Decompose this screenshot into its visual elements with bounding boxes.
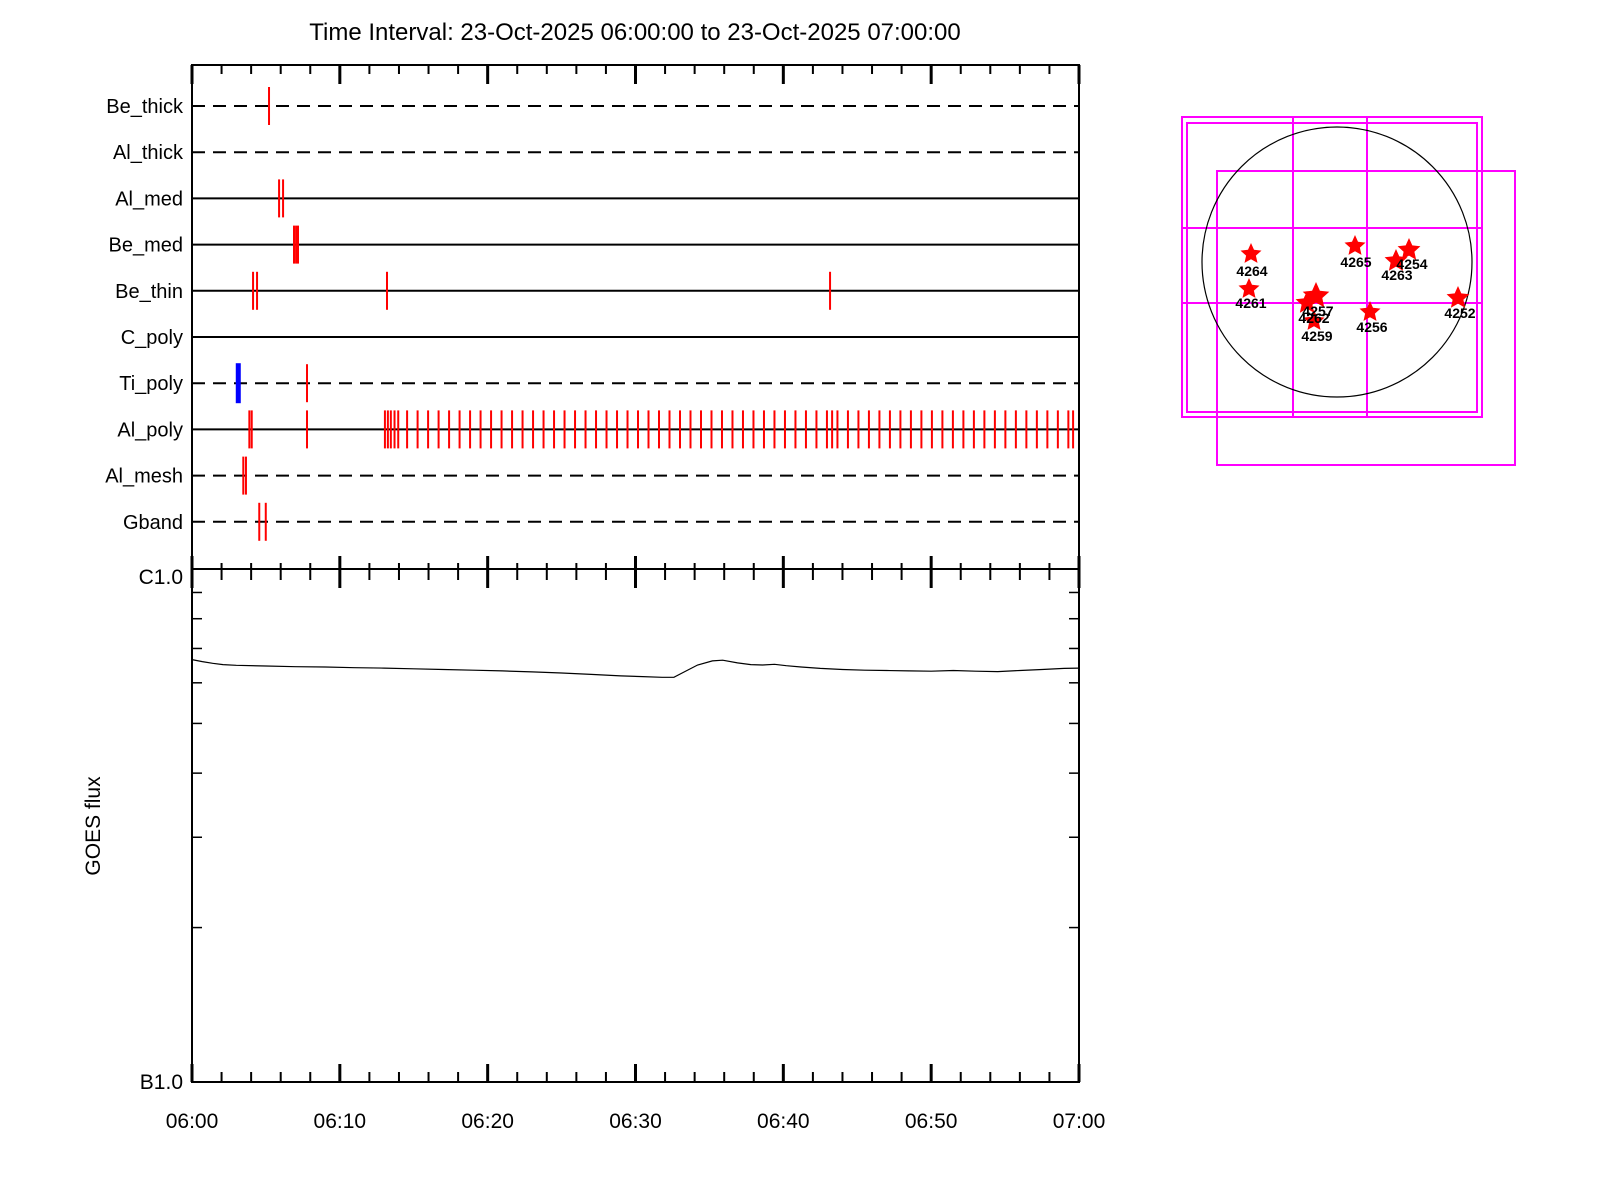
filter-row-label: Al_poly [117, 419, 183, 441]
filter-row-label: Ti_poly [119, 373, 183, 395]
timeline-frame [191, 64, 1080, 570]
x-tick-label: 06:30 [609, 1110, 662, 1133]
active-region-star [1240, 243, 1262, 263]
goes-y-max-label: C1.0 [139, 566, 183, 589]
goes-flux-panel: 06:00 06:10 06:20 06:30 06:40 06:50 07:00 [166, 568, 1106, 1133]
filter-timeline-panel: Be_thick Al_thick Al_med Be_med Be_thin C_pol… [105, 64, 1081, 588]
filter-row-label: Al_thick [113, 142, 184, 164]
active-region-label: 4259 [1301, 328, 1332, 344]
active-region-label: 4261 [1235, 295, 1266, 311]
x-tick-label: 06:20 [461, 1110, 514, 1133]
figure-title: Time Interval: 23-Oct-2025 06:00:00 to 2… [309, 19, 961, 46]
filter-row-label: Gband [123, 512, 183, 534]
active-region-label: 4262 [1298, 310, 1329, 326]
goes-flux-curve [191, 659, 1080, 678]
active-region-label: 4265 [1340, 254, 1371, 270]
solar-limb-circle [1201, 126, 1473, 398]
goes-y-min-label: B1.0 [140, 1071, 183, 1094]
filter-row-label: Be_med [109, 235, 184, 257]
active-region-label: 4252 [1444, 305, 1475, 321]
x-tick-label: 07:00 [1053, 1110, 1106, 1133]
active-region-star [1344, 235, 1366, 255]
x-tick-label: 06:40 [757, 1110, 810, 1133]
fov-box [1181, 116, 1483, 418]
goes-y-axis-title: GOES flux [82, 776, 105, 876]
active-region-label: 4263 [1381, 267, 1412, 283]
filter-row-label: C_poly [121, 327, 183, 349]
xrt-observation-figure: Time Interval: 23-Oct-2025 06:00:00 to 2… [82, 19, 1516, 1133]
active-region-label: 4256 [1356, 319, 1387, 335]
active-region-label: 4264 [1236, 263, 1267, 279]
solar-disk-map: 426442614265 4254426342574262425942564252 [1181, 116, 1516, 466]
x-tick-label: 06:00 [166, 1110, 219, 1133]
filter-row-label: Be_thick [106, 96, 184, 118]
filter-row-label: Al_med [115, 188, 183, 210]
filter-row-label: Be_thin [115, 281, 183, 303]
x-tick-label: 06:50 [905, 1110, 958, 1133]
x-tick-label: 06:10 [314, 1110, 367, 1133]
filter-row-label: Al_mesh [105, 466, 183, 488]
goes-frame [191, 568, 1080, 1083]
fov-box [1186, 122, 1478, 413]
